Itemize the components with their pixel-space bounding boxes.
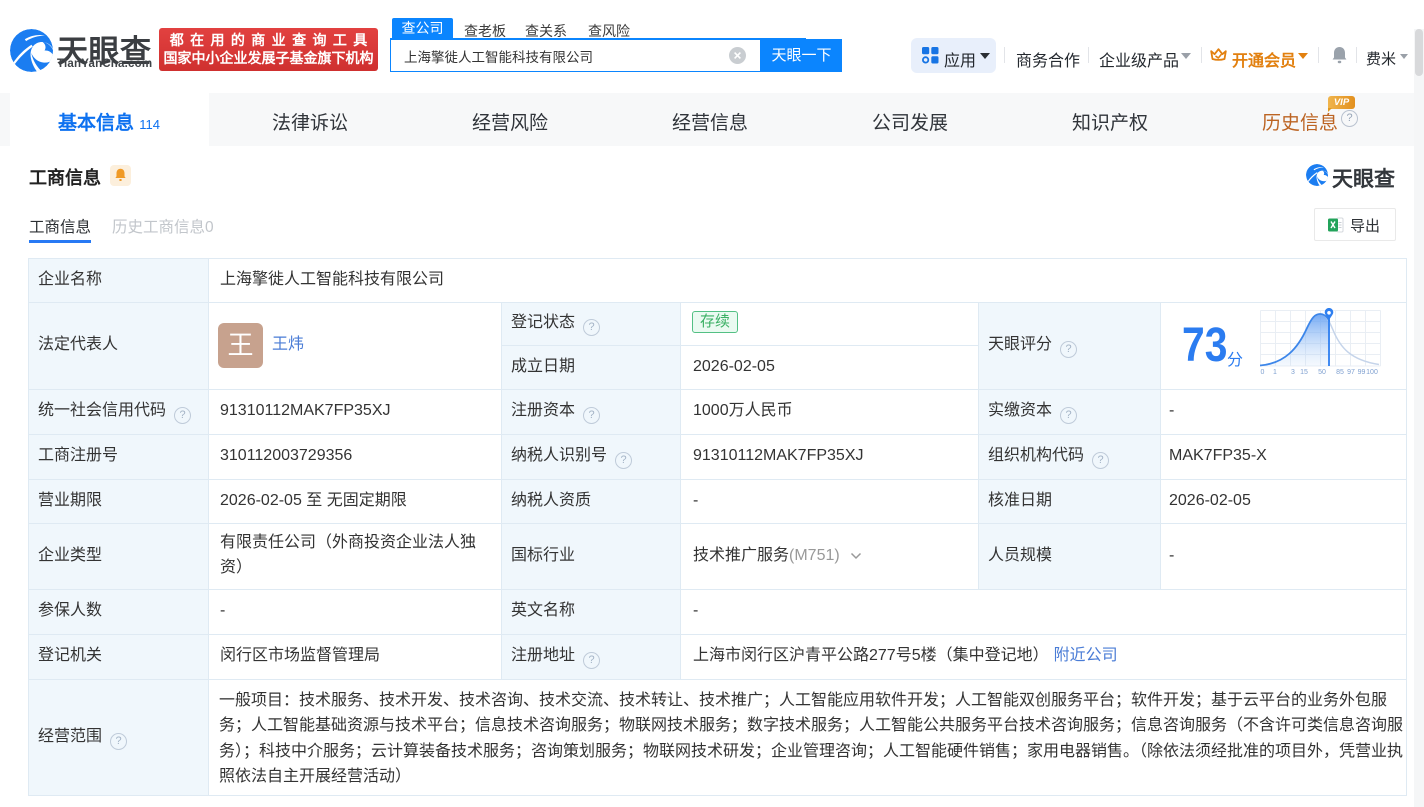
svg-text:97: 97 [1347, 369, 1355, 376]
svg-text:99: 99 [1358, 369, 1366, 376]
svg-text:100: 100 [1366, 369, 1378, 376]
svg-text:15: 15 [1300, 369, 1308, 376]
svg-text:1: 1 [1273, 369, 1277, 376]
svg-text:0: 0 [1261, 369, 1265, 376]
svg-text:3: 3 [1291, 369, 1295, 376]
svg-text:85: 85 [1336, 369, 1344, 376]
svg-text:50: 50 [1318, 369, 1326, 376]
